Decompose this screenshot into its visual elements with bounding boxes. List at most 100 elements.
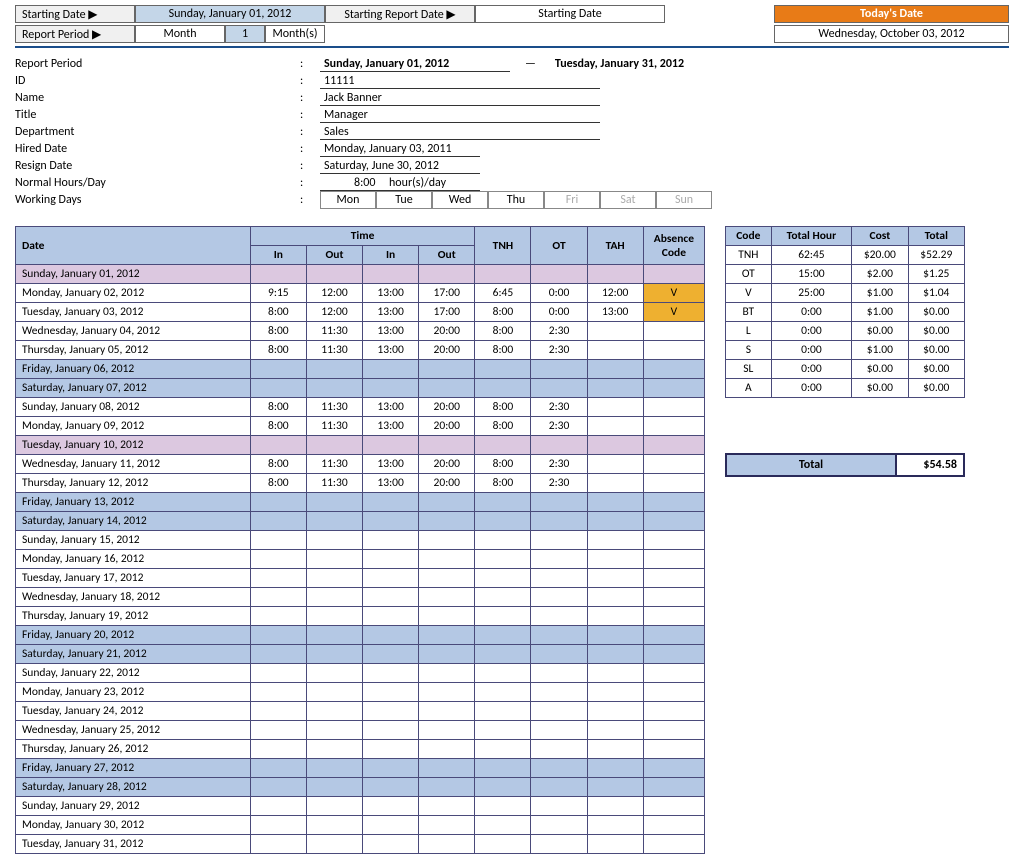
month-number[interactable]: 1 [225,25,265,43]
cell-tnh[interactable] [475,702,531,721]
cell-out2[interactable]: 20:00 [419,474,475,493]
cell-tnh[interactable] [475,664,531,683]
cell-tah[interactable] [587,569,643,588]
cell-tnh[interactable]: 8:00 [475,417,531,436]
cell-ot[interactable] [531,797,587,816]
cell-out1[interactable] [306,721,362,740]
info-dept-val[interactable]: Sales [320,125,600,140]
cell-out1[interactable]: 11:30 [306,341,362,360]
day-cell-sun[interactable]: Sun [656,191,712,209]
cell-in2[interactable] [363,664,419,683]
cell-in1[interactable]: 8:00 [250,474,306,493]
day-cell-sat[interactable]: Sat [600,191,656,209]
cell-in2[interactable] [363,816,419,835]
cell-out1[interactable]: 12:00 [306,303,362,322]
cell-tah[interactable] [587,398,643,417]
cell-out1[interactable] [306,664,362,683]
cell-out2[interactable]: 17:00 [419,284,475,303]
cell-tah[interactable] [587,322,643,341]
cell-out1[interactable]: 11:30 [306,455,362,474]
day-cell-wed[interactable]: Wed [432,191,488,209]
cell-ot[interactable] [531,588,587,607]
cell-out2[interactable] [419,588,475,607]
day-cell-thu[interactable]: Thu [488,191,544,209]
cell-tah[interactable] [587,835,643,854]
cell-ot[interactable] [531,531,587,550]
starting-report-value[interactable]: Starting Date [475,5,665,23]
cell-in1[interactable] [250,683,306,702]
cell-abs[interactable] [643,664,704,683]
cell-out1[interactable] [306,588,362,607]
cell-tnh[interactable] [475,816,531,835]
cell-in1[interactable] [250,797,306,816]
cell-ot[interactable]: 2:30 [531,322,587,341]
day-cell-fri[interactable]: Fri [544,191,600,209]
cell-ot[interactable] [531,740,587,759]
cell-out2[interactable] [419,531,475,550]
cell-tah[interactable] [587,740,643,759]
cell-abs[interactable] [643,474,704,493]
cell-ot[interactable]: 0:00 [531,303,587,322]
cell-abs[interactable] [643,341,704,360]
cell-in1[interactable] [250,664,306,683]
cell-tah[interactable] [587,588,643,607]
cell-out2[interactable] [419,740,475,759]
cell-out2[interactable]: 17:00 [419,303,475,322]
cell-tnh[interactable] [475,721,531,740]
cell-in1[interactable]: 8:00 [250,303,306,322]
cell-out1[interactable] [306,607,362,626]
cell-tnh[interactable] [475,550,531,569]
cell-out2[interactable] [419,721,475,740]
cell-tnh[interactable]: 8:00 [475,322,531,341]
cell-in2[interactable] [363,702,419,721]
cell-in2[interactable] [363,835,419,854]
day-cell-tue[interactable]: Tue [376,191,432,209]
cell-in2[interactable]: 13:00 [363,417,419,436]
cell-in1[interactable] [250,835,306,854]
starting-date-value[interactable]: Sunday, January 01, 2012 [135,5,325,23]
cell-tnh[interactable] [475,588,531,607]
cell-tnh[interactable] [475,835,531,854]
cell-in2[interactable] [363,550,419,569]
cell-tnh[interactable]: 8:00 [475,474,531,493]
cell-out1[interactable]: 11:30 [306,474,362,493]
cell-out2[interactable]: 20:00 [419,341,475,360]
cell-in2[interactable]: 13:00 [363,398,419,417]
cell-ot[interactable] [531,816,587,835]
cell-ot[interactable]: 2:30 [531,398,587,417]
cell-abs[interactable] [643,607,704,626]
cell-out2[interactable] [419,702,475,721]
cell-out1[interactable] [306,740,362,759]
info-id-val[interactable]: 11111 [320,74,600,89]
cell-tnh[interactable] [475,797,531,816]
cell-out1[interactable]: 11:30 [306,417,362,436]
cell-in2[interactable]: 13:00 [363,474,419,493]
cell-in1[interactable] [250,607,306,626]
cell-abs[interactable] [643,455,704,474]
cell-in2[interactable]: 13:00 [363,341,419,360]
cell-abs[interactable] [643,531,704,550]
info-hired-val[interactable]: Monday, January 03, 2011 [320,142,480,157]
cell-abs[interactable] [643,417,704,436]
cell-tah[interactable] [587,474,643,493]
cell-ot[interactable] [531,607,587,626]
cell-abs[interactable] [643,588,704,607]
cell-in1[interactable] [250,721,306,740]
cell-in1[interactable]: 8:00 [250,322,306,341]
cell-in1[interactable]: 8:00 [250,341,306,360]
cell-tnh[interactable] [475,607,531,626]
cell-abs[interactable] [643,398,704,417]
cell-in1[interactable] [250,531,306,550]
cell-tnh[interactable]: 8:00 [475,341,531,360]
cell-out2[interactable] [419,683,475,702]
cell-tah[interactable] [587,702,643,721]
cell-in1[interactable] [250,588,306,607]
cell-ot[interactable] [531,569,587,588]
cell-out2[interactable] [419,816,475,835]
cell-in1[interactable] [250,816,306,835]
cell-in1[interactable] [250,702,306,721]
cell-ot[interactable]: 0:00 [531,284,587,303]
cell-abs[interactable] [643,721,704,740]
cell-ot[interactable] [531,835,587,854]
cell-in2[interactable] [363,721,419,740]
